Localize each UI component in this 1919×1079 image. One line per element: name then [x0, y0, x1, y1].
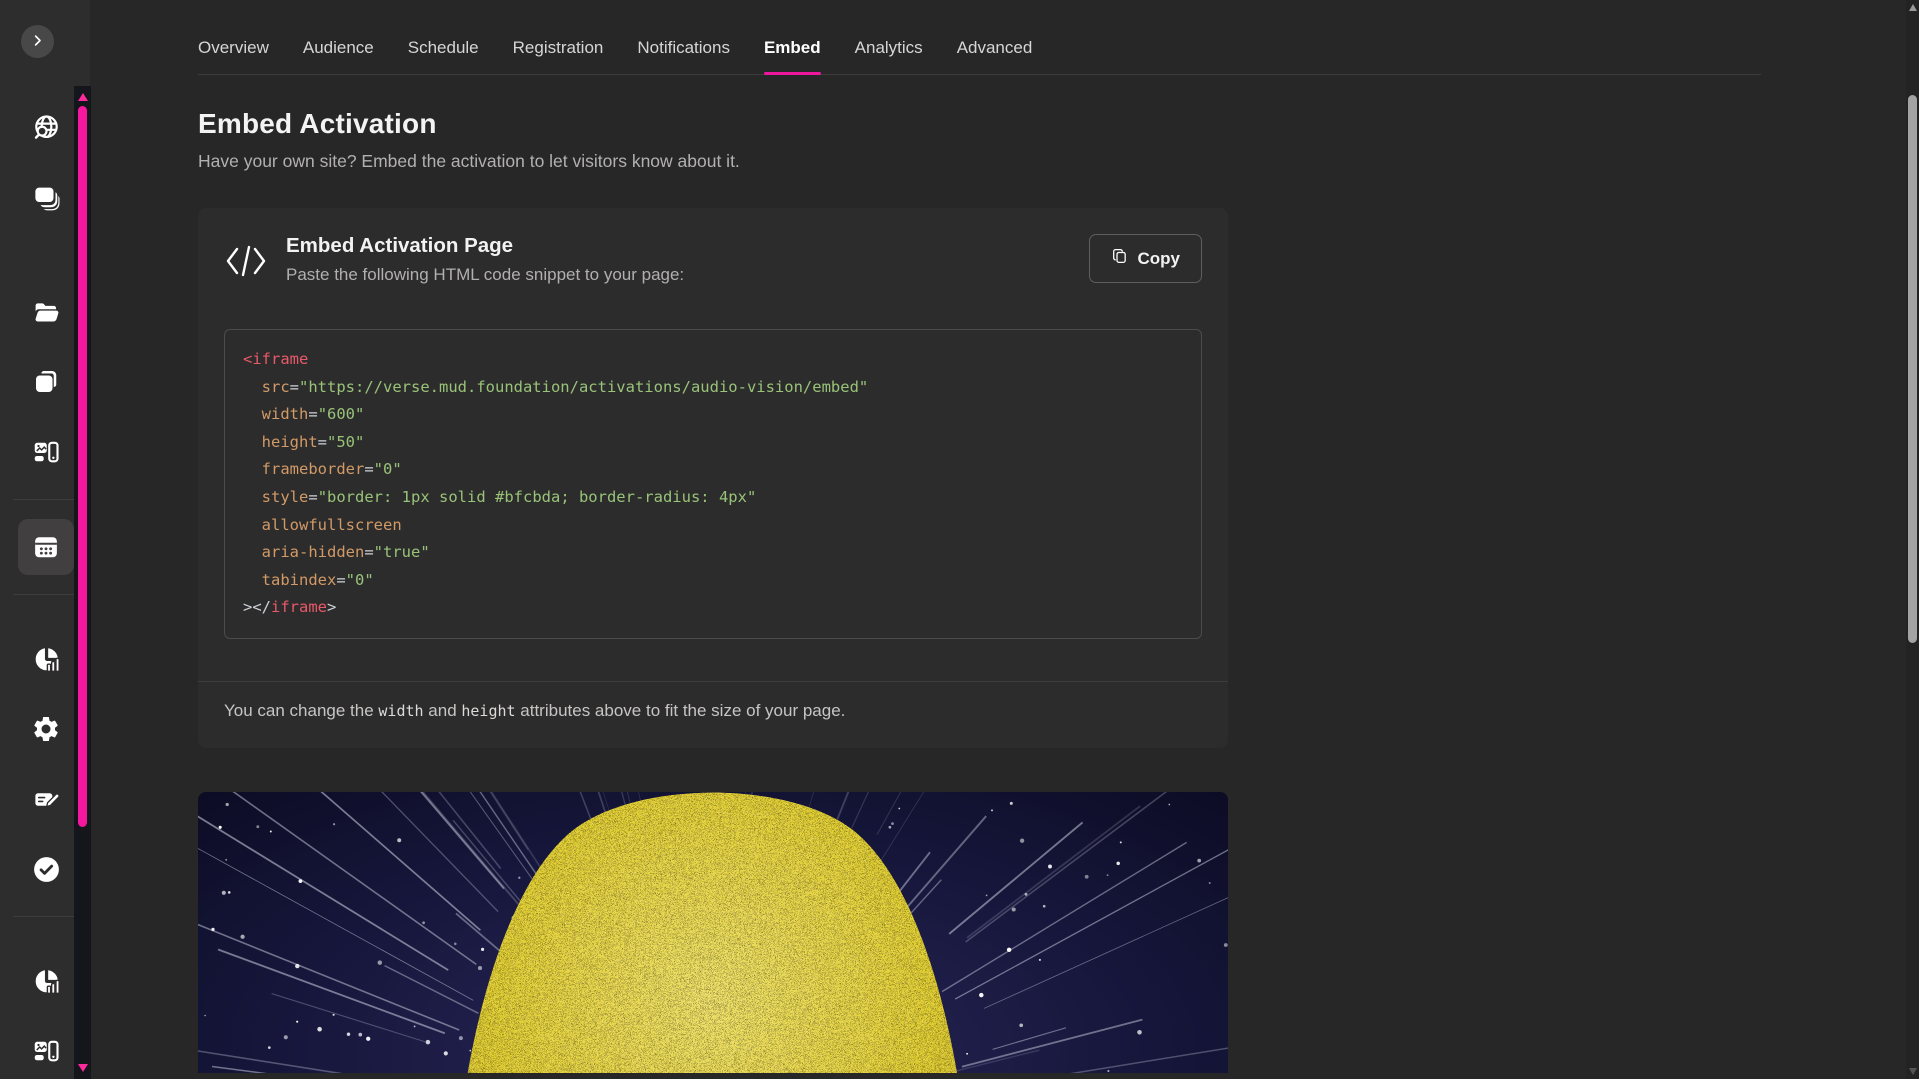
code-line: src="https://verse.mud.foundation/activa… [243, 374, 1183, 402]
page-title: Embed Activation [198, 108, 1906, 140]
gear-icon [31, 714, 61, 744]
activation-preview-image [198, 792, 1228, 1073]
code-line: allowfullscreen [243, 512, 1183, 540]
tab-schedule[interactable]: Schedule [408, 22, 479, 74]
card-footnote: You can change the width and height attr… [198, 681, 1228, 748]
sidebar-item-explore[interactable] [18, 99, 74, 155]
sidebar-item-approvals[interactable] [18, 841, 74, 897]
sidebar-item-analytics[interactable] [18, 631, 74, 687]
scroll-down-arrow-icon[interactable] [78, 1064, 88, 1072]
scroll-up-arrow-icon[interactable] [78, 93, 88, 101]
page-scrollbar[interactable] [1906, 0, 1919, 1079]
main-area: Overview Audience Schedule Registration Noti… [90, 0, 1906, 1079]
sidebar-item-pages[interactable] [18, 354, 74, 410]
embed-card: Embed Activation Page Paste the followin… [198, 208, 1228, 748]
sidebar-item-registration[interactable] [18, 771, 74, 827]
pie-chart-icon [31, 644, 62, 675]
folder-open-icon [31, 298, 62, 327]
sidebar-item-reports[interactable] [18, 953, 74, 1009]
sidebar-item-collections[interactable] [18, 169, 74, 225]
copy-pages-icon [31, 367, 61, 397]
sidebar-divider [13, 594, 79, 595]
tab-embed[interactable]: Embed [764, 22, 821, 74]
sidebar-divider [13, 499, 79, 500]
tab-registration[interactable]: Registration [513, 22, 604, 74]
copy-button-label: Copy [1138, 249, 1181, 269]
tab-advanced[interactable]: Advanced [957, 22, 1033, 74]
pie-chart-icon [31, 966, 62, 997]
code-line: aria-hidden="true" [243, 539, 1183, 567]
sidebar-nav [18, 92, 74, 1079]
chevron-right-icon [30, 33, 45, 51]
media-layout-icon [31, 1036, 61, 1066]
code-line: width="600" [243, 401, 1183, 429]
copy-icon [1111, 246, 1128, 271]
code-line: height="50" [243, 429, 1183, 457]
tab-analytics[interactable]: Analytics [855, 22, 923, 74]
sidebar-divider [13, 916, 79, 917]
sidebar-item-settings[interactable] [18, 701, 74, 757]
code-line: style="border: 1px solid #bfcbda; border… [243, 484, 1183, 512]
page-scrollbar-thumb[interactable] [1908, 95, 1917, 643]
scroll-up-arrow-icon[interactable] [1909, 4, 1917, 11]
code-line: ></iframe> [243, 594, 1183, 622]
page-subtitle: Have your own site? Embed the activation… [198, 151, 1906, 172]
sidebar-expand-button[interactable] [21, 25, 54, 58]
scroll-down-arrow-icon[interactable] [1909, 1068, 1917, 1075]
card-edit-icon [31, 785, 62, 814]
tab-bar: Overview Audience Schedule Registration Noti… [198, 0, 1761, 75]
code-line: tabindex="0" [243, 567, 1183, 595]
embed-code-snippet: <iframe src="https://verse.mud.foundatio… [224, 329, 1202, 639]
copy-button[interactable]: Copy [1089, 234, 1203, 283]
card-subtitle: Paste the following HTML code snippet to… [286, 265, 1089, 285]
sidebar-item-layouts[interactable] [18, 1023, 74, 1079]
cards-stack-icon [31, 182, 61, 212]
sidebar-scrollbar-thumb[interactable] [78, 106, 87, 827]
calendar-icon [31, 532, 61, 562]
sidebar-scrollbar[interactable] [74, 86, 91, 1079]
check-circle-icon [31, 854, 62, 885]
code-line: frameborder="0" [243, 456, 1183, 484]
sidebar-item-activations[interactable] [18, 519, 74, 575]
sidebar-item-files[interactable] [18, 284, 74, 340]
tab-overview[interactable]: Overview [198, 22, 269, 74]
tab-audience[interactable]: Audience [303, 22, 374, 74]
globe-search-icon [31, 112, 62, 143]
tab-notifications[interactable]: Notifications [637, 22, 730, 74]
media-layout-icon [31, 437, 61, 467]
code-icon [224, 234, 286, 289]
code-line: <iframe [243, 346, 1183, 374]
sidebar-item-media[interactable] [18, 424, 74, 480]
card-title: Embed Activation Page [286, 234, 1089, 258]
